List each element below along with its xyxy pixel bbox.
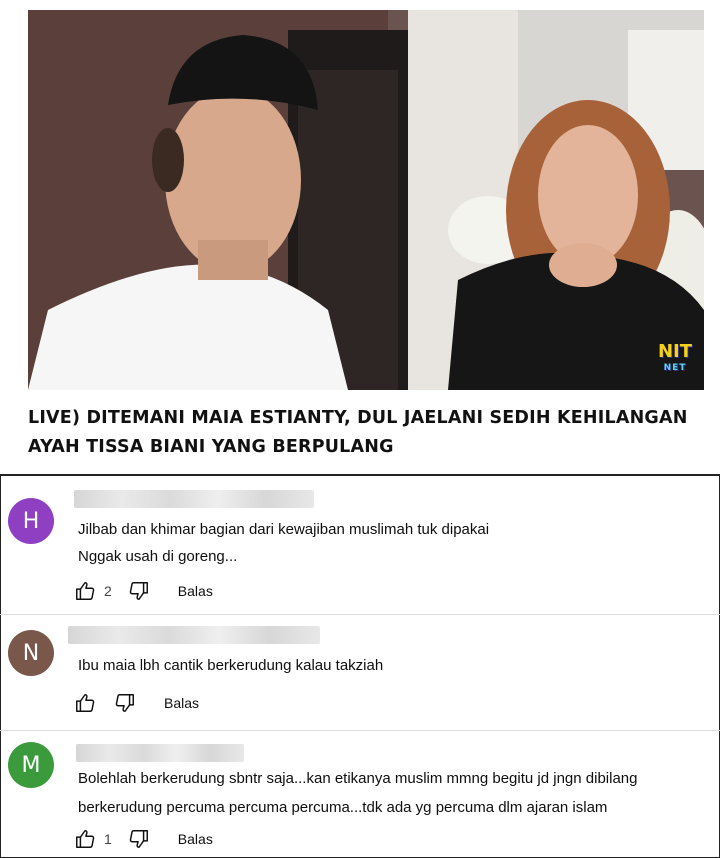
thumbnail-image — [28, 10, 704, 390]
video-card[interactable]: NIT NET LIVE) DITEMANI MAIA ESTIANTY, DU… — [0, 0, 720, 476]
comment-line: Ibu maia lbh cantik berkerudung kalau ta… — [78, 657, 384, 674]
comment-text: Ibu maia lbh cantik berkerudung kalau ta… — [78, 652, 383, 679]
logo-subtext: NET — [663, 363, 687, 373]
comment-text: Bolehlah berkerudung sbntr saja...kan et… — [78, 764, 638, 822]
reply-button[interactable]: Balas — [178, 831, 213, 847]
divider — [0, 614, 720, 615]
reply-button[interactable]: Balas — [178, 583, 213, 599]
channel-logo: NIT NET — [657, 341, 692, 376]
like-icon[interactable] — [72, 578, 98, 604]
blurred-username[interactable] — [76, 744, 244, 762]
comment-item: H Jilbab dan khimar bagian dari kewajiba… — [0, 476, 720, 616]
avatar-letter: M — [21, 752, 41, 778]
comment-line: Bolehlah berkerudung sbntr saja...kan et… — [78, 770, 638, 787]
dislike-icon[interactable] — [112, 690, 138, 716]
logo-text: NIT — [657, 341, 692, 362]
comment-line: Jilbab dan khimar bagian dari kewajiban … — [78, 521, 490, 538]
blurred-username[interactable] — [68, 626, 320, 644]
avatar-letter: H — [22, 508, 40, 534]
comment-item: M Bolehlah berkerudung sbntr saja...kan … — [0, 732, 720, 858]
comment-line: berkerudung percuma percuma percuma...td… — [78, 799, 608, 816]
comment-actions: 1 Balas — [72, 826, 213, 852]
like-count: 1 — [104, 831, 112, 847]
reply-button[interactable]: Balas — [164, 695, 199, 711]
comment-actions: Balas — [72, 690, 199, 716]
blurred-username[interactable] — [74, 490, 314, 508]
avatar[interactable]: H — [8, 498, 54, 544]
dislike-icon[interactable] — [126, 578, 152, 604]
dislike-icon[interactable] — [126, 826, 152, 852]
avatar[interactable]: M — [8, 742, 54, 788]
avatar[interactable]: N — [8, 630, 54, 676]
video-title-line-1: LIVE) DITEMANI MAIA ESTIANTY, DUL JAELAN… — [28, 408, 688, 428]
avatar-letter: N — [22, 640, 40, 666]
like-icon[interactable] — [72, 826, 98, 852]
like-count: 2 — [104, 583, 112, 599]
comment-line: Nggak usah di goreng... — [78, 548, 238, 565]
comment-text: Jilbab dan khimar bagian dari kewajiban … — [78, 516, 489, 570]
comment-item: N Ibu maia lbh cantik berkerudung kalau … — [0, 616, 720, 732]
video-title-line-2: AYAH TISSA BIANI YANG BERPULANG — [28, 437, 394, 457]
video-thumbnail[interactable]: NIT NET — [28, 10, 704, 390]
like-icon[interactable] — [72, 690, 98, 716]
comment-actions: 2 Balas — [72, 578, 213, 604]
video-title[interactable]: LIVE) DITEMANI MAIA ESTIANTY, DUL JAELAN… — [28, 404, 688, 462]
divider — [0, 730, 720, 731]
